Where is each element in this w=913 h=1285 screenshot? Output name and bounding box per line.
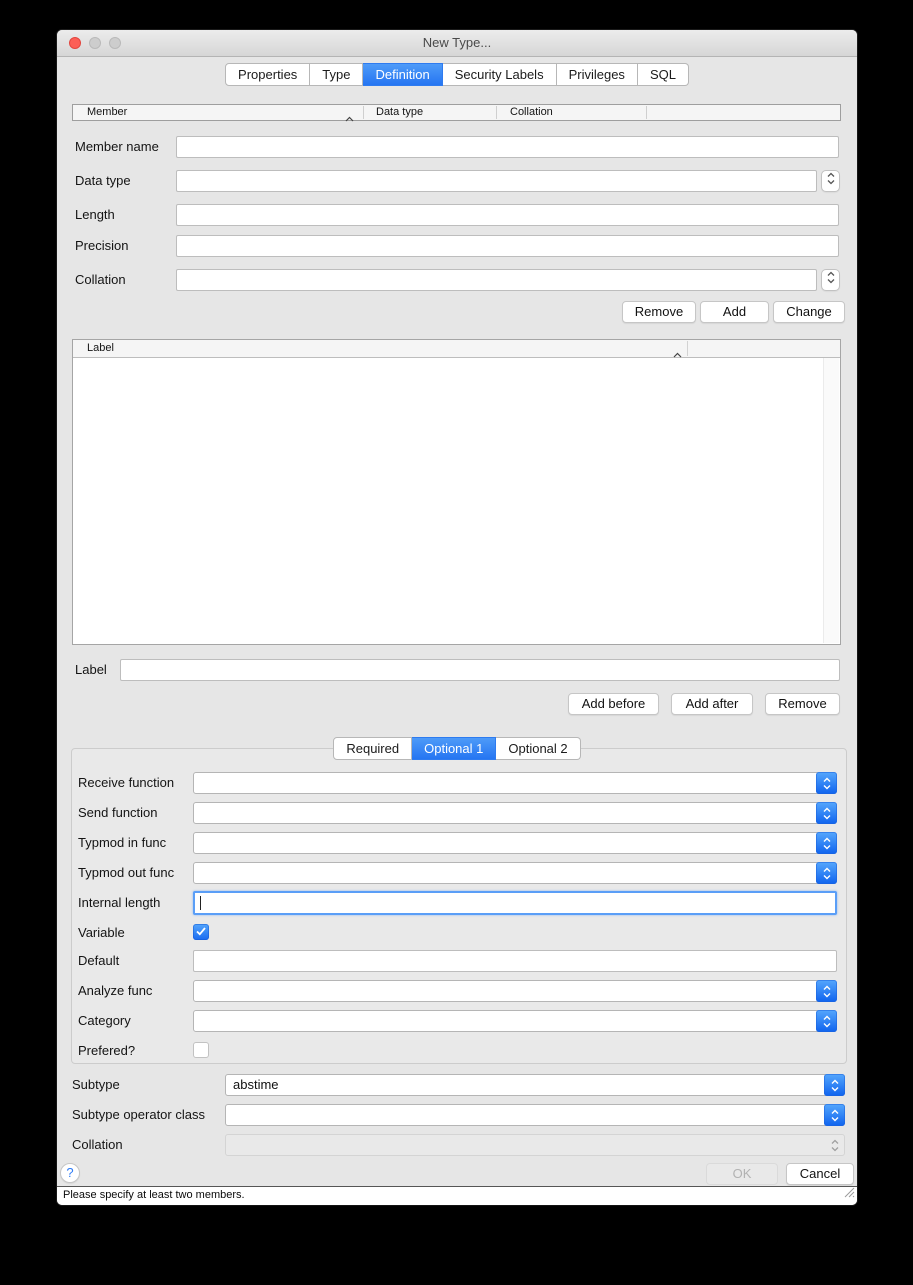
member-column-header[interactable]: Member <box>87 105 127 120</box>
combo-stepper-icon[interactable] <box>824 1104 845 1126</box>
title-bar[interactable]: New Type... <box>57 30 857 57</box>
internal-length-label: Internal length <box>78 895 160 910</box>
combo-stepper-icon[interactable] <box>816 802 837 824</box>
typmod-out-func-label: Typmod out func <box>78 865 174 880</box>
tab-privileges[interactable]: Privileges <box>557 63 638 86</box>
default-label: Default <box>78 953 119 968</box>
combo-stepper-icon[interactable] <box>816 862 837 884</box>
prefered-checkbox[interactable] <box>193 1042 209 1058</box>
tab-properties[interactable]: Properties <box>225 63 310 86</box>
status-message: Please specify at least two members. <box>63 1189 245 1201</box>
subtype-collation-label: Collation <box>72 1137 123 1152</box>
combo-stepper-icon <box>824 1134 845 1156</box>
send-function-combo[interactable] <box>193 802 837 824</box>
text-caret <box>200 896 201 910</box>
data-type-column-header[interactable]: Data type <box>376 105 423 120</box>
precision-input[interactable] <box>176 235 839 257</box>
status-bar: Please specify at least two members. <box>57 1186 857 1205</box>
category-combo[interactable] <box>193 1010 837 1032</box>
subtype-operator-class-label: Subtype operator class <box>72 1107 205 1122</box>
dialog-tab-bar: Properties Type Definition Security Labe… <box>57 63 857 86</box>
column-divider[interactable] <box>496 106 497 119</box>
combo-stepper-icon[interactable] <box>824 1074 845 1096</box>
stepper-updown-icon <box>827 271 835 289</box>
variable-label: Variable <box>78 925 125 940</box>
tab-optional-1[interactable]: Optional 1 <box>412 737 496 760</box>
length-label: Length <box>75 207 115 222</box>
subtype-combo[interactable]: abstime <box>225 1074 845 1096</box>
combo-stepper-icon[interactable] <box>816 832 837 854</box>
column-divider[interactable] <box>363 106 364 119</box>
combo-stepper-icon[interactable] <box>816 772 837 794</box>
analyze-func-label: Analyze func <box>78 983 152 998</box>
checkmark-icon <box>193 927 209 936</box>
data-type-stepper[interactable] <box>821 170 840 192</box>
options-tab-bar: Required Optional 1 Optional 2 <box>57 737 857 760</box>
combo-stepper-icon[interactable] <box>816 1010 837 1032</box>
receive-function-combo[interactable] <box>193 772 837 794</box>
subtype-label: Subtype <box>72 1077 120 1092</box>
length-input[interactable] <box>176 204 839 226</box>
desktop-background: New Type... Properties Type Definition S… <box>0 0 913 1285</box>
member-name-input[interactable] <box>176 136 839 158</box>
new-type-dialog: New Type... Properties Type Definition S… <box>57 30 857 1205</box>
sort-ascending-icon[interactable] <box>345 109 354 127</box>
ok-button[interactable]: OK <box>706 1163 778 1185</box>
member-name-label: Member name <box>75 139 159 154</box>
sort-ascending-icon[interactable] <box>673 345 682 363</box>
subtype-operator-class-combo[interactable] <box>225 1104 845 1126</box>
receive-function-label: Receive function <box>78 775 174 790</box>
member-change-button[interactable]: Change <box>773 301 845 323</box>
tab-definition[interactable]: Definition <box>363 63 442 86</box>
label-remove-button[interactable]: Remove <box>765 693 840 715</box>
internal-length-input[interactable] <box>193 891 837 915</box>
label-input[interactable] <box>120 659 840 681</box>
minimize-button[interactable] <box>89 37 101 49</box>
label-list-header: Label <box>73 340 840 358</box>
close-button[interactable] <box>69 37 81 49</box>
add-before-button[interactable]: Add before <box>568 693 659 715</box>
collation-column-header[interactable]: Collation <box>510 105 553 120</box>
label-column-header[interactable]: Label <box>87 340 114 356</box>
column-divider[interactable] <box>687 341 688 356</box>
collation-label: Collation <box>75 272 126 287</box>
window-title: New Type... <box>57 30 857 56</box>
category-label: Category <box>78 1013 131 1028</box>
cancel-button[interactable]: Cancel <box>786 1163 854 1185</box>
add-after-button[interactable]: Add after <box>671 693 753 715</box>
label-list-scrollbar[interactable] <box>823 358 839 643</box>
zoom-button[interactable] <box>109 37 121 49</box>
send-function-label: Send function <box>78 805 158 820</box>
subtype-collation-combo <box>225 1134 845 1156</box>
precision-label: Precision <box>75 238 128 253</box>
tab-type[interactable]: Type <box>310 63 363 86</box>
question-mark-icon: ? <box>66 1165 73 1180</box>
collation-stepper[interactable] <box>821 269 840 291</box>
tab-required[interactable]: Required <box>333 737 412 760</box>
default-input[interactable] <box>193 950 837 972</box>
subtype-value: abstime <box>233 1075 279 1095</box>
label-field-label: Label <box>75 662 107 677</box>
column-divider[interactable] <box>646 106 647 119</box>
combo-stepper-icon[interactable] <box>816 980 837 1002</box>
typmod-in-func-combo[interactable] <box>193 832 837 854</box>
tab-sql[interactable]: SQL <box>638 63 689 86</box>
data-type-label: Data type <box>75 173 131 188</box>
typmod-out-func-combo[interactable] <box>193 862 837 884</box>
label-list[interactable]: Label <box>72 339 841 645</box>
tab-security-labels[interactable]: Security Labels <box>443 63 557 86</box>
tab-optional-2[interactable]: Optional 2 <box>496 737 580 760</box>
help-button[interactable]: ? <box>60 1163 80 1183</box>
typmod-in-func-label: Typmod in func <box>78 835 166 850</box>
variable-checkbox[interactable] <box>193 924 209 940</box>
member-add-button[interactable]: Add <box>700 301 769 323</box>
resize-grip-icon[interactable] <box>843 1185 855 1203</box>
stepper-updown-icon <box>827 172 835 190</box>
analyze-func-combo[interactable] <box>193 980 837 1002</box>
collation-combo-input[interactable] <box>176 269 817 291</box>
data-type-combo-input[interactable] <box>176 170 817 192</box>
member-remove-button[interactable]: Remove <box>622 301 696 323</box>
member-table-header: Member Data type Collation <box>72 104 841 121</box>
prefered-label: Prefered? <box>78 1043 135 1058</box>
